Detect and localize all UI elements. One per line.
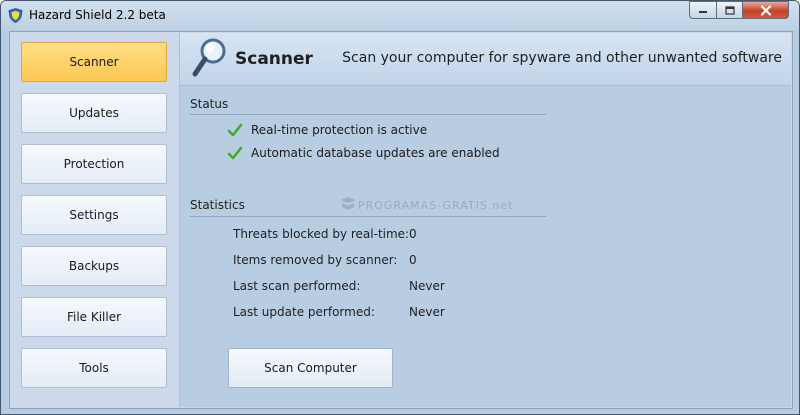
title-bar[interactable]: Hazard Shield 2.2 beta — [1, 1, 799, 31]
client-area: Scanner Updates Protection Settings Back… — [9, 31, 793, 409]
sidebar-item-tools[interactable]: Tools — [21, 348, 167, 388]
sidebar: Scanner Updates Protection Settings Back… — [11, 33, 180, 407]
window-title: Hazard Shield 2.2 beta — [29, 8, 166, 22]
watermark-logo-icon — [340, 197, 356, 210]
page-title: Scanner — [235, 49, 313, 69]
stat-value: Never — [409, 279, 445, 293]
maximize-button[interactable] — [716, 1, 742, 19]
magnifier-icon — [192, 38, 226, 77]
sidebar-item-updates[interactable]: Updates — [21, 93, 167, 133]
sidebar-item-label: Settings — [69, 208, 119, 222]
sidebar-item-label: Backups — [68, 259, 120, 273]
minimize-button[interactable] — [689, 1, 716, 19]
minimize-icon — [699, 11, 707, 13]
shield-app-icon — [8, 8, 23, 23]
stat-value: 0 — [409, 253, 417, 267]
status-item: Real-time protection is active — [227, 121, 427, 139]
sidebar-item-protection[interactable]: Protection — [21, 144, 167, 184]
main-panel: Scanner Scan your computer for spyware a… — [180, 33, 791, 407]
page-description: Scan your computer for spyware and other… — [342, 50, 782, 66]
statistics-divider — [190, 216, 546, 217]
maximize-icon — [724, 5, 735, 15]
page-header: Scanner Scan your computer for spyware a… — [180, 33, 791, 86]
status-text: Automatic database updates are enabled — [251, 146, 500, 160]
watermark-text: PROGRAMAS-GRATIS.net — [358, 198, 514, 212]
stat-label: Items removed by scanner: — [233, 253, 398, 267]
status-item: Automatic database updates are enabled — [227, 144, 500, 162]
sidebar-item-settings[interactable]: Settings — [21, 195, 167, 235]
stat-label: Last update performed: — [233, 305, 375, 319]
stat-label: Threats blocked by real-time: — [233, 227, 410, 241]
window-controls — [689, 1, 793, 19]
sidebar-item-label: Tools — [79, 361, 109, 375]
sidebar-item-label: Protection — [63, 157, 125, 171]
close-button[interactable] — [742, 1, 789, 19]
sidebar-item-file-killer[interactable]: File Killer — [21, 297, 167, 337]
sidebar-item-scanner[interactable]: Scanner — [21, 42, 167, 82]
close-icon — [760, 4, 771, 16]
status-text: Real-time protection is active — [251, 123, 428, 137]
sidebar-item-backups[interactable]: Backups — [21, 246, 167, 286]
stat-label: Last scan performed: — [233, 279, 361, 293]
sidebar-item-label: Updates — [69, 106, 119, 120]
statistics-section-title: Statistics — [190, 198, 245, 212]
status-divider — [190, 114, 546, 115]
status-section-title: Status — [190, 97, 229, 111]
app-window: Hazard Shield 2.2 beta Scanner Updates P… — [0, 0, 800, 415]
checkmark-icon — [227, 146, 243, 160]
scan-computer-button[interactable]: Scan Computer — [228, 348, 393, 388]
sidebar-item-label: File Killer — [66, 310, 122, 324]
stat-value: 0 — [409, 227, 417, 241]
stat-value: Never — [409, 305, 445, 319]
sidebar-item-label: Scanner — [69, 55, 119, 69]
checkmark-icon — [227, 123, 243, 137]
watermark: PROGRAMAS-GRATIS.net — [338, 196, 513, 214]
